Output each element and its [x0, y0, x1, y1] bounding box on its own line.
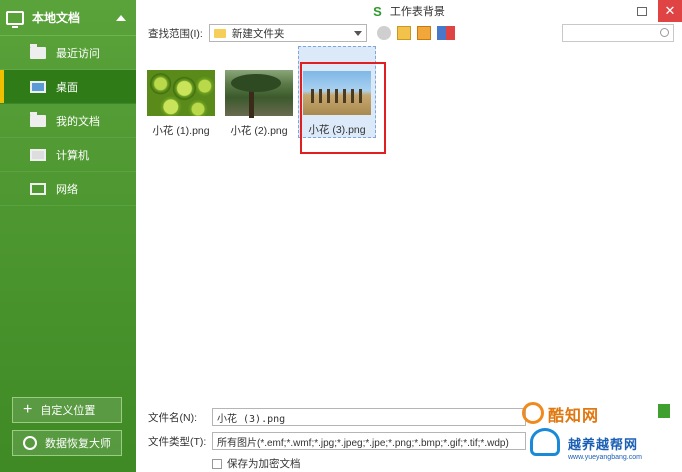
- sidebar-item-computer[interactable]: 计算机: [0, 138, 136, 172]
- monitor-icon: [6, 10, 24, 28]
- save-encrypted-checkbox[interactable]: [212, 458, 222, 469]
- file-thumbnail: [225, 70, 293, 118]
- lookin-dropdown[interactable]: 新建文件夹: [208, 24, 367, 42]
- file-list: 小花 (1).png 小花 (2).png 小花 (3).png: [136, 46, 682, 400]
- folder-icon: [213, 28, 226, 38]
- sidebar-item-recent[interactable]: 最近访问: [0, 36, 136, 70]
- sidebar-item-label: 桌面: [56, 81, 78, 94]
- sidebar-item-network[interactable]: 网络: [0, 172, 136, 206]
- watermark-logo-icon: [522, 402, 544, 424]
- search-input[interactable]: [562, 24, 674, 42]
- data-recovery-button[interactable]: 数据恢复大师: [12, 430, 122, 456]
- maximize-button[interactable]: [630, 0, 654, 22]
- sidebar-item-desktop[interactable]: 桌面: [0, 70, 136, 104]
- lookin-value: 新建文件夹: [231, 27, 285, 40]
- close-button[interactable]: ✕: [658, 0, 682, 22]
- file-item[interactable]: 小花 (2).png: [220, 46, 298, 138]
- recovery-icon: [23, 436, 37, 450]
- plus-icon: +: [23, 401, 33, 418]
- sidebar-item-label: 最近访问: [56, 47, 100, 60]
- watermark-url: www.yueyangbang.com: [568, 454, 642, 461]
- maximize-icon: [637, 6, 647, 16]
- watermark-brand-2: 越养越帮网: [568, 437, 639, 452]
- sidebar-header[interactable]: 本地文档: [0, 0, 136, 36]
- filetype-select[interactable]: 所有图片(*.emf;*.wmf;*.jpg;*.jpeg;*.jpe;*.pn…: [212, 432, 526, 450]
- sidebar-item-label: 网络: [56, 183, 78, 196]
- file-name: 小花 (1).png: [152, 125, 210, 137]
- close-icon: ✕: [664, 3, 676, 18]
- file-item[interactable]: 小花 (1).png: [142, 46, 220, 138]
- title-bar: S 工作表背景 ✕: [136, 0, 682, 22]
- toolbar: 查找范围(I): 新建文件夹: [136, 22, 682, 44]
- highlight-annotation: [300, 62, 386, 154]
- new-folder-icon[interactable]: [416, 26, 431, 40]
- collapse-icon[interactable]: [116, 14, 126, 21]
- network-icon: [30, 182, 46, 195]
- sidebar: 本地文档 最近访问 桌面 我的文档 计算机 网络 + 自定义位置 数据恢复大师: [0, 0, 136, 472]
- sidebar-item-label: 计算机: [56, 149, 89, 162]
- encrypt-row: 保存为加密文档: [212, 456, 301, 471]
- wps-logo-icon: S: [373, 3, 382, 19]
- green-block-icon: [658, 404, 670, 418]
- file-thumbnail: [147, 70, 215, 116]
- sidebar-item-label: 我的文档: [56, 115, 100, 128]
- view-menu-icon[interactable]: [436, 26, 455, 40]
- folder-icon: [30, 111, 46, 127]
- sidebar-header-label: 本地文档: [32, 11, 81, 25]
- filename-label: 文件名(N):: [148, 411, 197, 424]
- chevron-down-icon: [353, 31, 362, 36]
- computer-icon: [30, 148, 46, 161]
- watermark-house-icon: [530, 428, 560, 456]
- watermark: 酷知网 越养越帮网 www.yueyangbang.com: [516, 400, 676, 468]
- search-icon[interactable]: [660, 28, 669, 37]
- up-folder-icon[interactable]: [396, 26, 411, 40]
- custom-location-label: 自定义位置: [40, 405, 96, 417]
- filename-input[interactable]: 小花 (3).png: [212, 408, 526, 426]
- filetype-label: 文件类型(T):: [148, 435, 207, 448]
- sidebar-item-documents[interactable]: 我的文档: [0, 104, 136, 138]
- data-recovery-label: 数据恢复大师: [45, 438, 111, 450]
- filetype-row: 文件类型(T): 所有图片(*.emf;*.wmf;*.jpg;*.jpeg;*…: [148, 432, 526, 450]
- watermark-brand-1: 酷知网: [548, 408, 600, 425]
- desktop-icon: [30, 80, 46, 93]
- back-icon[interactable]: [376, 26, 391, 40]
- custom-location-button[interactable]: + 自定义位置: [12, 397, 122, 423]
- dialog-title: 工作表背景: [389, 6, 445, 18]
- save-encrypted-label: 保存为加密文档: [227, 458, 301, 470]
- filename-row: 文件名(N): 小花 (3).png: [148, 408, 526, 426]
- recent-folder-icon: [30, 43, 46, 59]
- file-name: 小花 (2).png: [230, 125, 288, 137]
- lookin-label: 查找范围(I):: [148, 27, 203, 40]
